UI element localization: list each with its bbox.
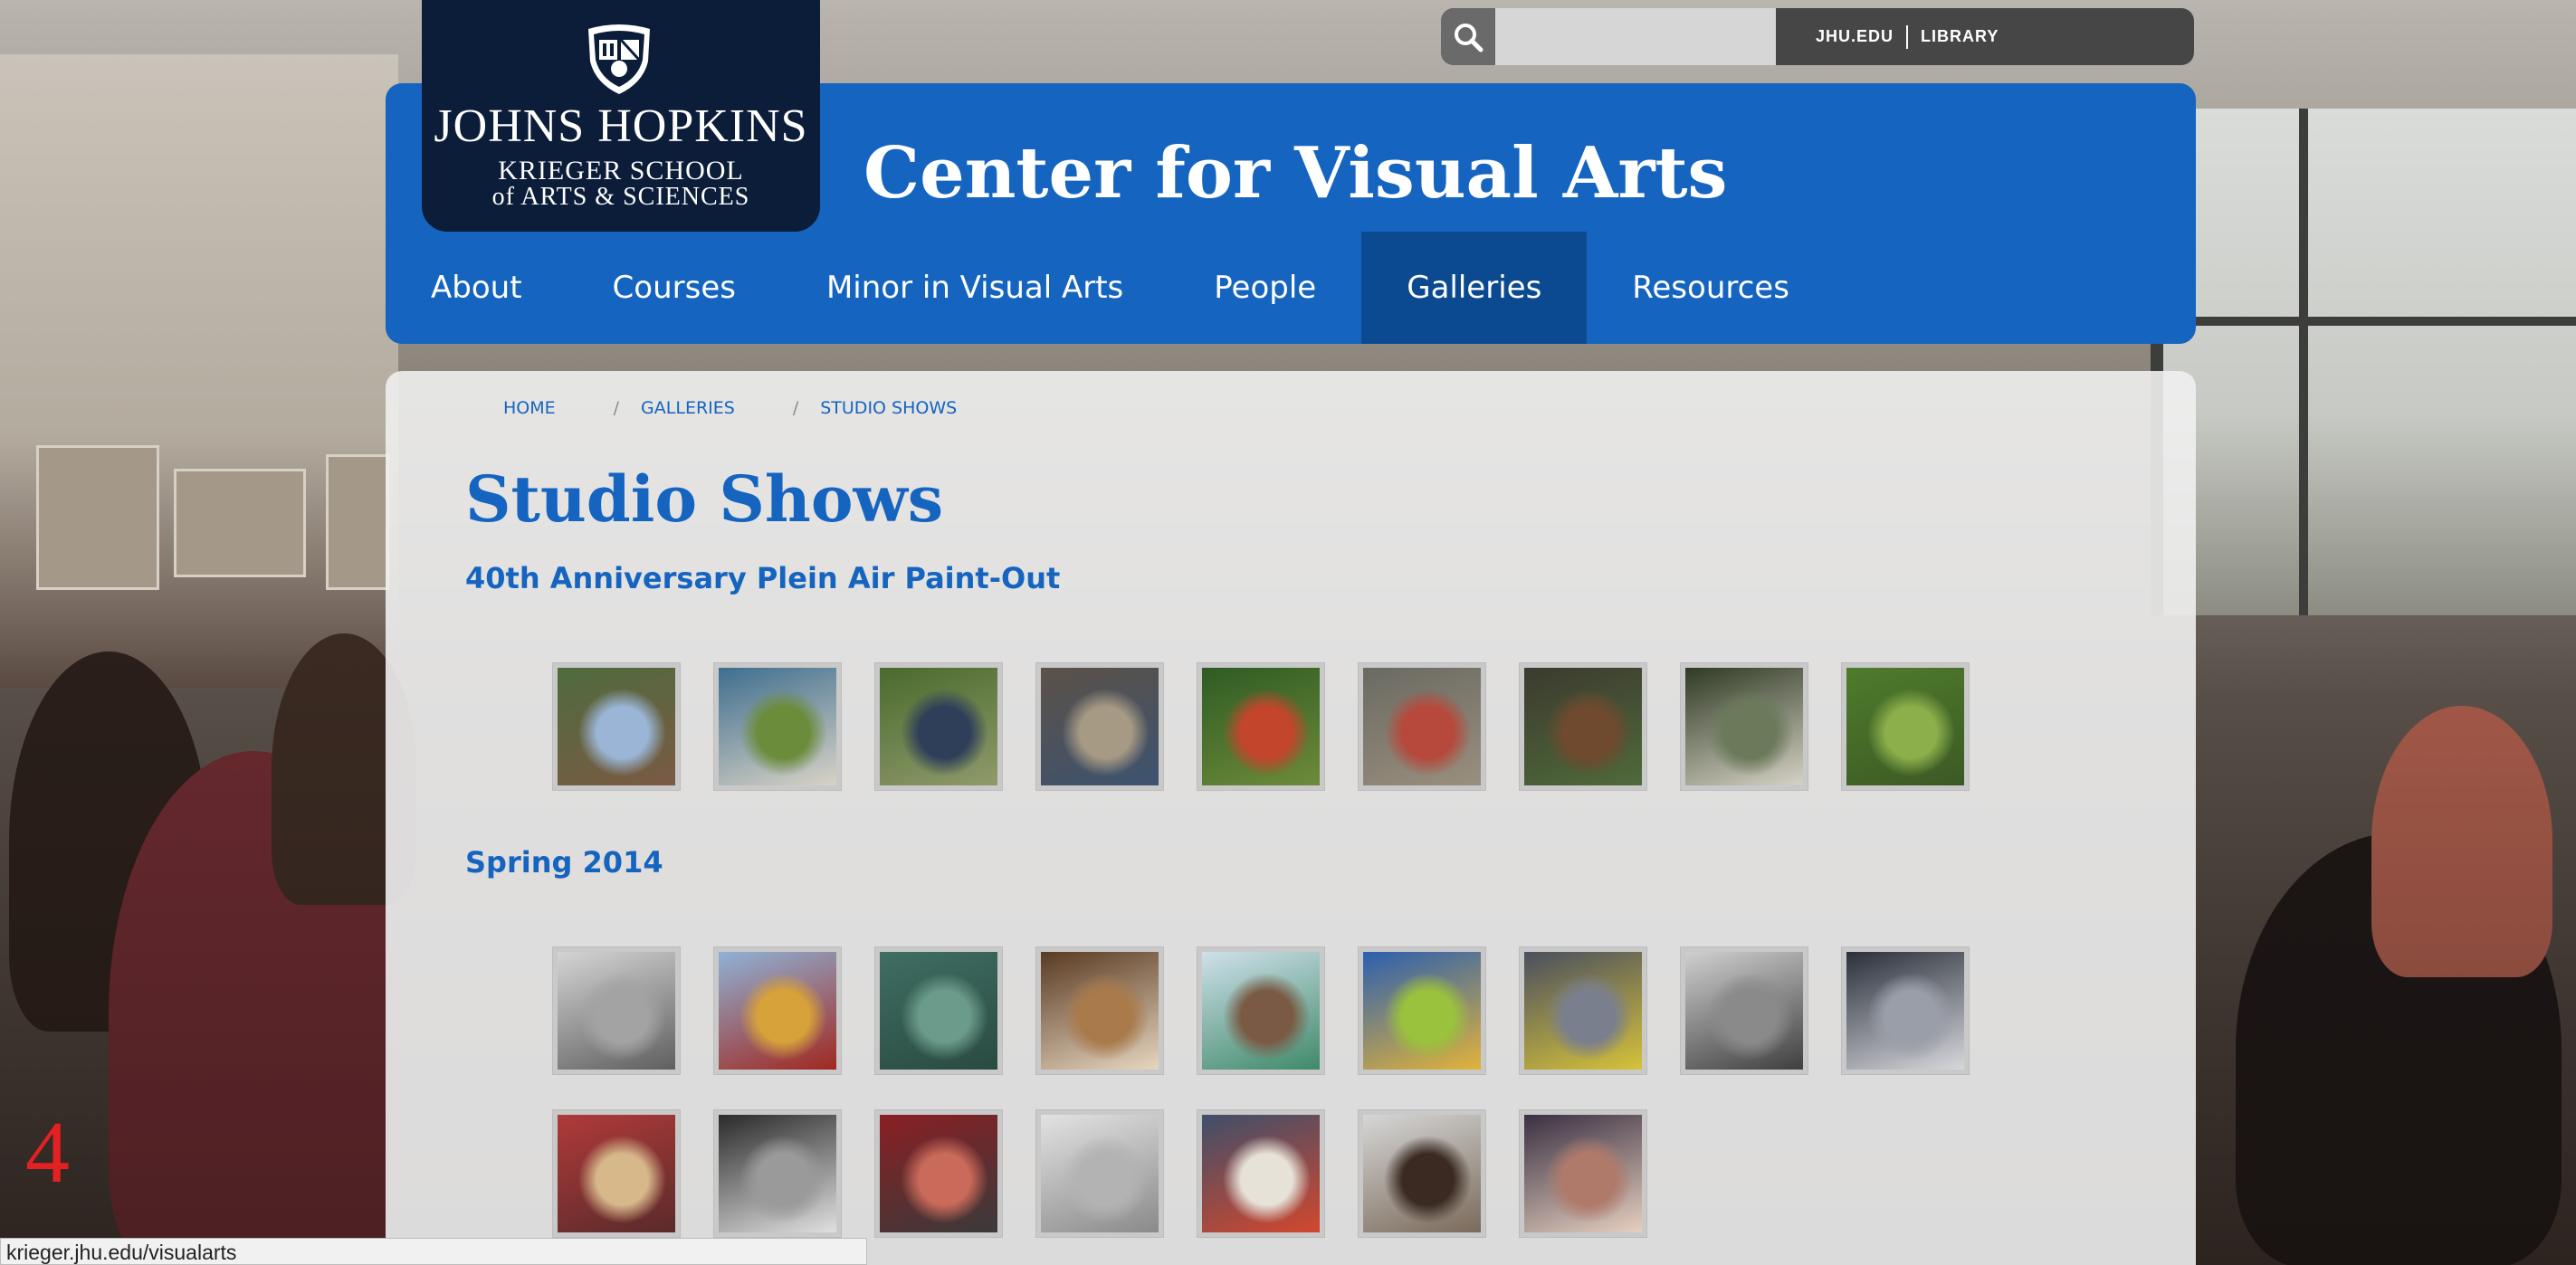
thumbnail-image bbox=[1846, 668, 1964, 785]
wall-drawing bbox=[174, 469, 306, 577]
thumbnail-image bbox=[1202, 1115, 1320, 1232]
gallery-thumbnail[interactable] bbox=[874, 1109, 1003, 1238]
breadcrumb-separator: / bbox=[792, 398, 799, 418]
jhu-edu-link[interactable]: JHU.EDU bbox=[1816, 27, 1894, 46]
gallery-thumbnail[interactable] bbox=[1197, 662, 1325, 791]
section-title-spring-2014[interactable]: Spring 2014 bbox=[465, 845, 663, 880]
thumbnail-image bbox=[1041, 668, 1159, 785]
wall bbox=[0, 54, 398, 688]
thumbnail-image bbox=[1041, 1115, 1159, 1232]
thumbnail-image bbox=[1202, 952, 1320, 1070]
thumbnail-image bbox=[880, 668, 997, 785]
gallery-thumbnail[interactable] bbox=[1841, 662, 1970, 791]
gallery-spring-2014-row1 bbox=[552, 946, 1970, 1075]
page-title: Studio Shows bbox=[465, 461, 944, 537]
logo-name: JOHNS HOPKINS bbox=[434, 100, 808, 152]
page-number: 4 bbox=[25, 1104, 70, 1202]
utility-bar: JHU.EDU LIBRARY bbox=[1441, 8, 2194, 65]
gallery-thumbnail[interactable] bbox=[1358, 1109, 1486, 1238]
gallery-thumbnail[interactable] bbox=[1035, 1109, 1164, 1238]
nav-resources[interactable]: Resources bbox=[1587, 232, 1835, 344]
gallery-thumbnail[interactable] bbox=[1035, 662, 1164, 791]
gallery-thumbnail[interactable] bbox=[1035, 946, 1164, 1075]
search-icon bbox=[1455, 23, 1484, 52]
gallery-thumbnail[interactable] bbox=[1519, 946, 1647, 1075]
gallery-thumbnail[interactable] bbox=[1841, 946, 1970, 1075]
thumbnail-image bbox=[1041, 952, 1159, 1070]
search-input[interactable] bbox=[1495, 8, 1776, 65]
breadcrumb-separator: / bbox=[613, 398, 620, 418]
thumbnail-image bbox=[719, 1115, 836, 1232]
thumbnail-image bbox=[1846, 952, 1964, 1070]
thumbnail-image bbox=[880, 1115, 997, 1232]
gallery-thumbnail[interactable] bbox=[552, 662, 681, 791]
thumbnail-image bbox=[719, 952, 836, 1070]
logo-school: KRIEGER SCHOOL bbox=[498, 156, 744, 185]
gallery-thumbnail[interactable] bbox=[713, 946, 842, 1075]
breadcrumb-home[interactable]: HOME bbox=[503, 398, 556, 418]
thumbnail-image bbox=[1524, 1115, 1642, 1232]
main-nav: About Courses Minor in Visual Arts Peopl… bbox=[386, 232, 1835, 344]
gallery-thumbnail[interactable] bbox=[874, 662, 1003, 791]
thumbnail-image bbox=[1685, 668, 1803, 785]
thumbnail-image bbox=[1363, 668, 1481, 785]
thumbnail-image bbox=[719, 668, 836, 785]
status-bar-url: krieger.jhu.edu/visualarts bbox=[0, 1238, 867, 1265]
nav-courses[interactable]: Courses bbox=[568, 232, 781, 344]
nav-galleries[interactable]: Galleries bbox=[1361, 232, 1588, 344]
site-title[interactable]: Center for Visual Arts bbox=[863, 132, 1727, 214]
nav-minor[interactable]: Minor in Visual Arts bbox=[781, 232, 1169, 344]
thumbnail-image bbox=[880, 952, 997, 1070]
nav-about[interactable]: About bbox=[386, 232, 568, 344]
gallery-thumbnail[interactable] bbox=[1519, 662, 1647, 791]
gallery-spring-2014-row2 bbox=[552, 1109, 1647, 1238]
thumbnail-image bbox=[1363, 952, 1481, 1070]
gallery-thumbnail[interactable] bbox=[1197, 1109, 1325, 1238]
breadcrumb-galleries[interactable]: GALLERIES bbox=[641, 398, 735, 418]
link-divider bbox=[1906, 24, 1909, 49]
breadcrumb-current: STUDIO SHOWS bbox=[820, 398, 958, 418]
gallery-thumbnail[interactable] bbox=[1680, 946, 1808, 1075]
logo-arts-sciences: of ARTS & SCIENCES bbox=[491, 183, 750, 211]
wall-drawing bbox=[326, 454, 389, 590]
gallery-thumbnail[interactable] bbox=[713, 662, 842, 791]
section-title-plein-air[interactable]: 40th Anniversary Plein Air Paint-Out bbox=[465, 561, 1060, 595]
gallery-thumbnail[interactable] bbox=[552, 946, 681, 1075]
thumbnail-image bbox=[558, 668, 675, 785]
thumbnail-image bbox=[1363, 1115, 1481, 1232]
thumbnail-image bbox=[558, 952, 675, 1070]
gallery-thumbnail[interactable] bbox=[552, 1109, 681, 1238]
wall-drawing bbox=[36, 445, 159, 590]
content-panel: HOME / GALLERIES / STUDIO SHOWS Studio S… bbox=[386, 371, 2196, 1265]
thumbnail-image bbox=[1524, 952, 1642, 1070]
window bbox=[2151, 109, 2576, 615]
gallery-thumbnail[interactable] bbox=[1519, 1109, 1647, 1238]
thumbnail-image bbox=[558, 1115, 675, 1232]
jhu-logo[interactable]: JOHNS HOPKINS KRIEGER SCHOOL of ARTS & S… bbox=[422, 0, 820, 232]
thumbnail-image bbox=[1202, 668, 1320, 785]
gallery-thumbnail[interactable] bbox=[713, 1109, 842, 1238]
gallery-thumbnail[interactable] bbox=[874, 946, 1003, 1075]
utility-links: JHU.EDU LIBRARY bbox=[1816, 24, 1999, 49]
search-button[interactable] bbox=[1441, 8, 1495, 65]
library-link[interactable]: LIBRARY bbox=[1921, 27, 1999, 46]
gallery-thumbnail[interactable] bbox=[1197, 946, 1325, 1075]
thumbnail-image bbox=[1685, 952, 1803, 1070]
gallery-thumbnail[interactable] bbox=[1358, 662, 1486, 791]
nav-people[interactable]: People bbox=[1169, 232, 1361, 344]
thumbnail-image bbox=[1524, 668, 1642, 785]
breadcrumb: HOME / GALLERIES / STUDIO SHOWS bbox=[503, 398, 957, 418]
gallery-plein-air bbox=[552, 662, 1970, 791]
gallery-thumbnail[interactable] bbox=[1358, 946, 1486, 1075]
gallery-thumbnail[interactable] bbox=[1680, 662, 1808, 791]
shield-icon bbox=[588, 24, 650, 94]
